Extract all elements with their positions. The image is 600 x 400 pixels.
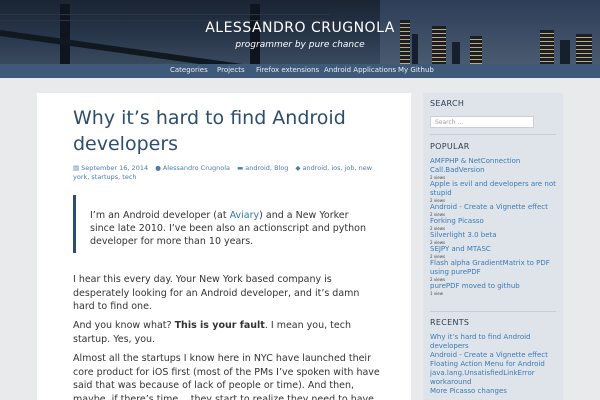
nav-item-firefox-extensions[interactable]: Firefox extensions [256, 66, 319, 74]
intro-blockquote: I’m an Android developer (at Aviary) and… [73, 195, 373, 253]
post-meta: ▤ September 16, 2014 ● Alessandro Crugnola… [73, 164, 373, 182]
popular-post-link[interactable]: Silverlight 3.0 beta [430, 231, 558, 240]
paragraph: I hear this every day. Your New York bas… [73, 274, 360, 312]
site-header: ALESSANDRO CRUGNOLA programmer by pure c… [0, 0, 600, 64]
nav-item-android-applications[interactable]: Android Applications [324, 66, 396, 74]
recent-post-link[interactable]: Floating Action Menu for Android [430, 360, 558, 369]
nav-item-projects[interactable]: Projects [217, 66, 245, 74]
post-date[interactable]: September 16, 2014 [81, 164, 148, 172]
search-input[interactable]: Search … [430, 116, 534, 128]
aviary-link[interactable]: Aviary [230, 210, 260, 221]
sidebar: SEARCH Search … POPULAR AMFPHP & NetConn… [423, 93, 563, 400]
paragraph: And you know what? This is your fault. I… [73, 319, 383, 346]
recents-list: Why it’s hard to find Android developers… [430, 333, 558, 396]
post-article: Why it’s hard to find Android developers… [37, 93, 411, 400]
folder-icon: ▬ [237, 164, 244, 172]
post-title[interactable]: Why it’s hard to find Android developers [73, 105, 393, 157]
nav-item-categories[interactable]: Categories [170, 66, 208, 74]
user-icon: ● [155, 164, 161, 172]
recent-post-link[interactable]: More Picasso changes [430, 387, 558, 396]
popular-post-views: 1 view [430, 291, 444, 296]
paragraph: Almost all the startups I know here in N… [73, 353, 380, 400]
site-description: programmer by pure chance [235, 40, 365, 50]
quote-text: I’m an Android developer (at [90, 210, 230, 221]
post-author[interactable]: Alessandro Crugnola [163, 164, 230, 172]
main-nav: Categories Projects Firefox extensions A… [0, 64, 600, 78]
nav-item-my-github[interactable]: My Github [398, 66, 434, 74]
paragraph-bold: This is your fault [174, 320, 265, 331]
popular-post-link[interactable]: Apple is evil and developers are not stu… [430, 180, 558, 198]
recent-post-link[interactable]: java.lang.UnsatisfiedLinkError workaroun… [430, 369, 558, 387]
popular-post-link[interactable]: SEJPY and MTASC [430, 245, 558, 254]
calendar-icon: ▤ [73, 164, 80, 172]
tag-icon: ◆ [295, 164, 301, 172]
paragraph-text: And you know what? [73, 320, 175, 331]
popular-widget-title: POPULAR [430, 142, 470, 151]
recent-post-link[interactable]: Why it’s hard to find Android developers [430, 333, 558, 351]
site-title[interactable]: ALESSANDRO CRUGNOLA [0, 20, 600, 36]
recents-widget-title: RECENTS [430, 318, 470, 327]
search-widget-title: SEARCH [430, 99, 465, 108]
popular-post-link[interactable]: purePDF moved to github [430, 282, 558, 291]
popular-post-link[interactable]: Forking Picasso [430, 217, 558, 226]
popular-post-link[interactable]: Android - Create a Vignette effect [430, 203, 558, 212]
widget-divider [430, 311, 556, 312]
popular-list: AMFPHP & NetConnection Call.BadVersion 2… [430, 157, 558, 296]
popular-post-link[interactable]: Flash alpha GradientMatrix to PDF using … [430, 259, 558, 277]
popular-post-link[interactable]: AMFPHP & NetConnection Call.BadVersion [430, 157, 558, 175]
bridge-cable [0, 14, 330, 15]
widget-divider [430, 134, 556, 135]
recent-post-link[interactable]: Android - Create a Vignette effect [430, 351, 558, 360]
post-categories[interactable]: android, Blog [245, 164, 288, 172]
